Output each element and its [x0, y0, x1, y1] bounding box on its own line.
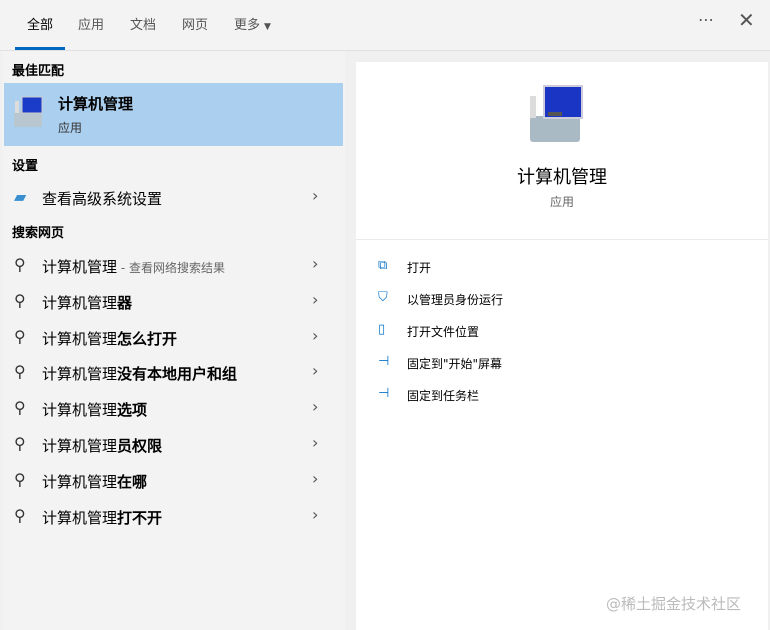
web-search-label: 计算机管理没有本地用户和组	[42, 363, 237, 384]
query-prefix: 计算机管理	[42, 437, 118, 455]
web-search-label: 计算机管理员权限	[42, 435, 162, 456]
search-icon: ⚲	[14, 290, 26, 310]
chevron-right-icon: ›	[312, 289, 319, 309]
chevron-right-icon: ›	[312, 504, 319, 524]
chevron-right-icon: ›	[312, 361, 319, 381]
pin-icon: ⊣	[378, 386, 390, 401]
query-suggestion: 选项	[117, 401, 148, 420]
web-search-label: 计算机管理 - 查看网络搜索结果	[42, 256, 225, 277]
web-search-item[interactable]: ⚲ 计算机管理怎么打开 ›	[4, 320, 343, 354]
chevron-right-icon: ›	[312, 186, 319, 205]
settings-item[interactable]: ▰ 查看高级系统设置 ›	[4, 180, 343, 214]
action-label: 固定到"开始"屏幕	[407, 357, 503, 371]
tab-all[interactable]: 全部	[27, 14, 53, 33]
search-icon: ⚲	[14, 398, 26, 418]
chevron-right-icon: ›	[312, 254, 319, 273]
chevron-right-icon: ›	[312, 433, 319, 452]
search-icon: ⚲	[14, 505, 26, 525]
settings-item-label: 查看高级系统设置	[42, 190, 163, 208]
query-suggestion: 打不开	[117, 508, 163, 527]
best-match-title: 计算机管理	[58, 95, 134, 113]
search-icon: ⚲	[14, 434, 26, 453]
search-icon: ⚲	[14, 255, 26, 274]
web-search-item[interactable]: ⚲ 计算机管理没有本地用户和组 ›	[4, 355, 343, 389]
query-prefix: 计算机管理	[42, 365, 118, 384]
shield-icon: ⛉	[378, 290, 388, 305]
pin-icon: ⊣	[378, 354, 390, 369]
action-label: 以管理员身份运行	[407, 293, 504, 307]
query-suggestion: 员权限	[117, 437, 163, 455]
search-icon: ⚲	[14, 326, 26, 346]
folder-icon: ▯	[378, 322, 386, 337]
tab-more-label: 更多	[234, 18, 261, 33]
best-match-item[interactable]: 计算机管理 应用	[4, 83, 343, 146]
query-suggestion: 没有本地用户和组	[117, 365, 238, 384]
web-search-label: 计算机管理在哪	[42, 471, 147, 492]
tab-web[interactable]: 网页	[182, 14, 208, 33]
close-icon[interactable]: ✕	[738, 8, 755, 32]
chevron-right-icon: ›	[312, 325, 319, 345]
query-suggestion: 器	[117, 293, 133, 312]
query-prefix: 计算机管理	[42, 472, 118, 491]
chevron-down-icon: ▼	[264, 22, 271, 32]
query-prefix: 计算机管理	[42, 401, 118, 420]
query-hint: - 查看网络搜索结果	[117, 261, 225, 275]
query-prefix: 计算机管理	[42, 329, 118, 348]
watermark: @稀土掘金技术社区	[606, 595, 742, 613]
action-label: 打开	[407, 261, 432, 275]
computer-management-icon	[14, 96, 43, 127]
query-prefix: 计算机管理	[42, 258, 118, 276]
more-options-icon[interactable]: ⋯	[698, 10, 715, 29]
search-icon: ⚲	[14, 469, 26, 489]
detail-panel: 计算机管理 应用 ⧉ 打开 ⛉ 以管理员身份运行 ▯ 打开文件位置 ⊣ 固定到"开始"屏幕 ⊣ 固…	[356, 62, 768, 630]
web-search-item[interactable]: ⚲ 计算机管理 - 查看网络搜索结果 ›	[4, 248, 343, 282]
divider	[356, 239, 768, 240]
top-bar: 全部 应用 文档 网页 更多 ▼ ⋯ ✕	[0, 0, 770, 51]
best-match-header: 最佳匹配	[12, 64, 65, 79]
chevron-right-icon: ›	[312, 397, 319, 417]
web-search-label: 计算机管理选项	[42, 399, 147, 420]
action-label: 固定到任务栏	[407, 389, 480, 403]
search-icon: ⚲	[14, 362, 26, 382]
query-prefix: 计算机管理	[42, 508, 118, 527]
web-search-item[interactable]: ⚲ 计算机管理器 ›	[4, 284, 343, 318]
query-prefix: 计算机管理	[42, 293, 118, 312]
web-search-item[interactable]: ⚲ 计算机管理员权限 ›	[4, 427, 343, 461]
detail-title: 计算机管理	[517, 167, 607, 188]
query-suggestion: 怎么打开	[117, 329, 178, 348]
active-tab-indicator	[15, 47, 65, 50]
web-search-label: 计算机管理怎么打开	[42, 328, 177, 349]
settings-header: 设置	[12, 159, 39, 174]
best-match-subtitle: 应用	[58, 121, 83, 135]
chevron-right-icon: ›	[312, 468, 319, 488]
web-search-item[interactable]: ⚲ 计算机管理选项 ›	[4, 391, 343, 425]
tab-apps[interactable]: 应用	[78, 14, 104, 33]
detail-subtitle: 应用	[549, 195, 574, 209]
action-label: 打开文件位置	[407, 325, 480, 339]
web-search-label: 计算机管理器	[42, 292, 132, 313]
query-suggestion: 在哪	[117, 472, 148, 491]
tab-documents[interactable]: 文档	[130, 14, 156, 33]
tab-more[interactable]: 更多 ▼	[234, 14, 271, 33]
open-icon: ⧉	[378, 258, 388, 273]
web-search-label: 计算机管理打不开	[42, 507, 162, 528]
system-settings-icon: ▰	[14, 187, 27, 206]
web-search-header: 搜索网页	[12, 226, 65, 241]
web-search-item[interactable]: ⚲ 计算机管理在哪 ›	[4, 463, 343, 497]
web-search-item[interactable]: ⚲ 计算机管理打不开 ›	[4, 499, 343, 533]
computer-management-large-icon	[530, 85, 583, 142]
